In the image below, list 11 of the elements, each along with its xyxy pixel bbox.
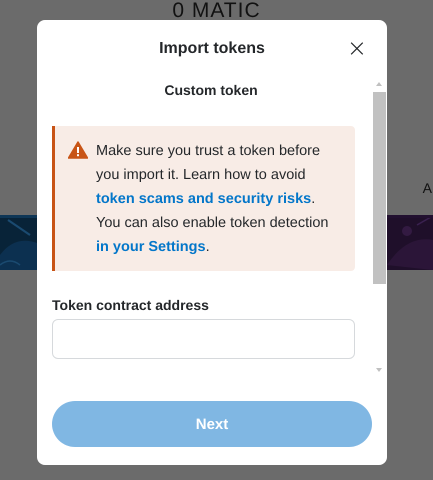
close-button[interactable]: × [342, 34, 371, 62]
field-label: Token contract address [52, 297, 210, 313]
warning-text: Make sure you trust a token before you import it. Learn how to avoid token scams and security risks. You can also enable token detection in your Settings. [96, 142, 330, 257]
scams-link[interactable]: token scams and security risks [96, 191, 312, 207]
warning-icon [68, 141, 88, 159]
settings-link[interactable]: in your Settings [96, 239, 206, 255]
dialog-title: Import tokens [159, 40, 265, 58]
balance-text: 0 MATIC [172, 0, 261, 20]
address-field[interactable] [52, 319, 355, 359]
tab-label[interactable]: A [422, 180, 432, 196]
section-title: Custom token [163, 82, 259, 100]
